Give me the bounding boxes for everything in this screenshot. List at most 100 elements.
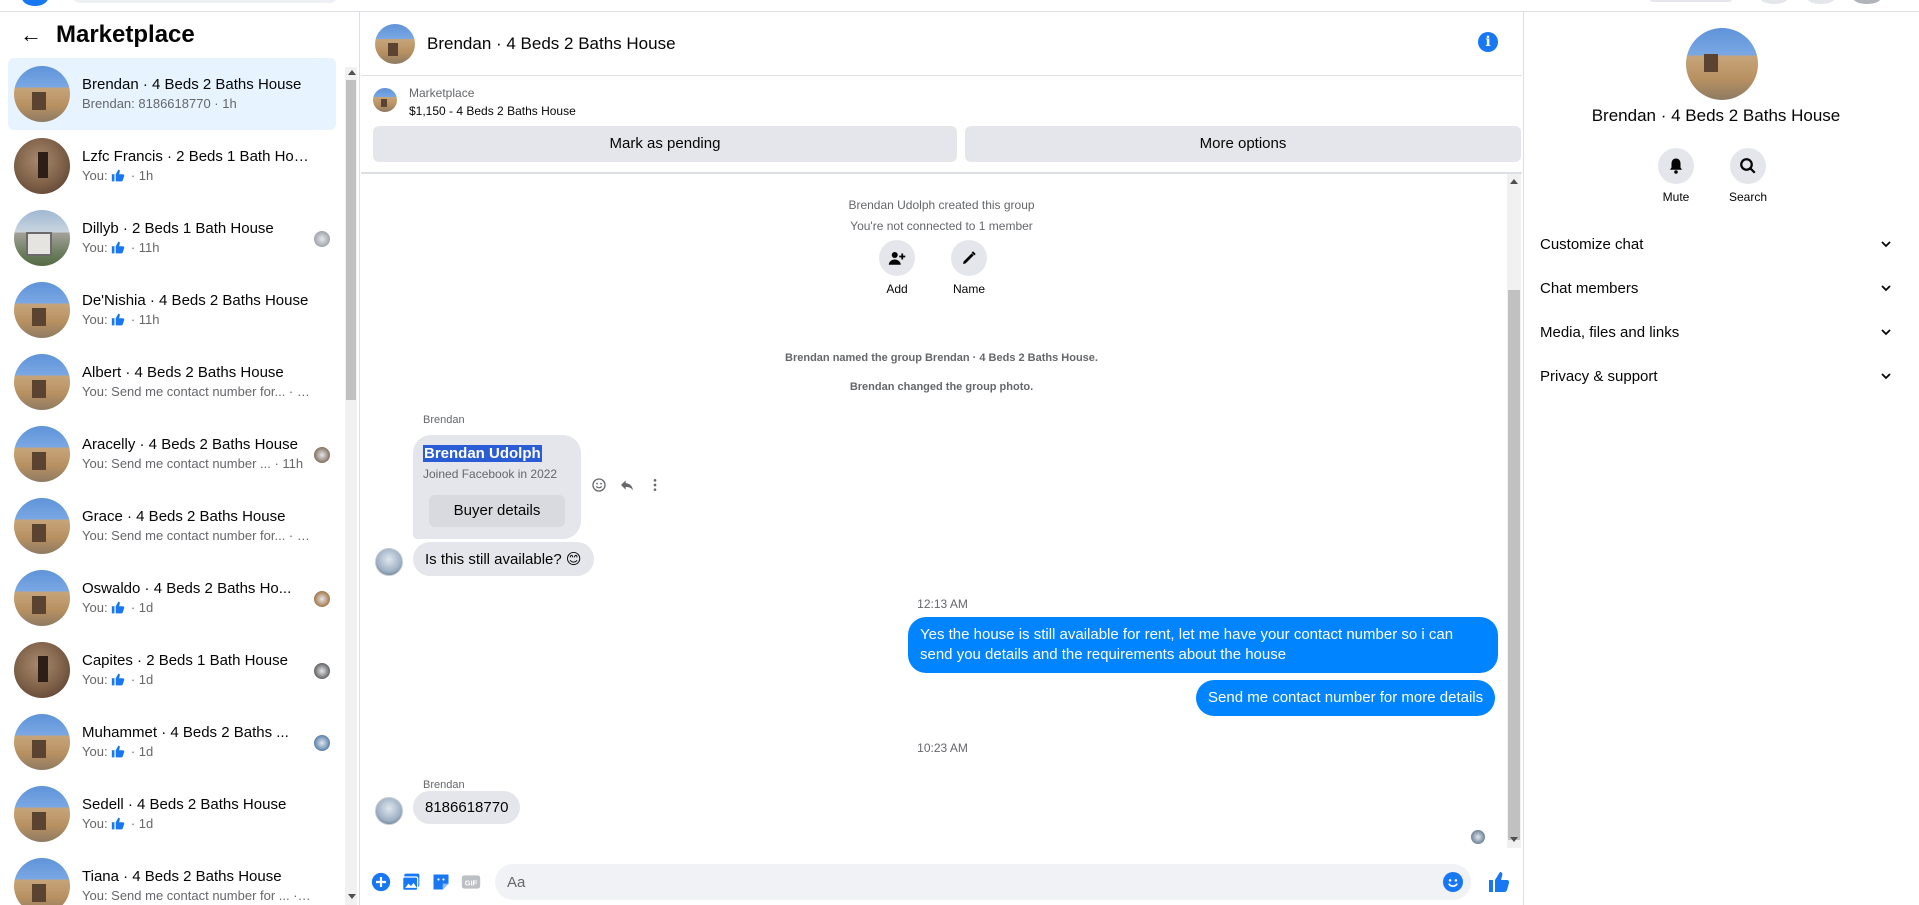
preview-time: · 11h xyxy=(130,240,160,255)
row-label: Chat members xyxy=(1540,279,1639,297)
photo-icon[interactable] xyxy=(401,872,421,892)
gif-icon[interactable]: GIF xyxy=(461,872,481,892)
conversation-item[interactable]: Muhammet · 4 Beds 2 Baths ... You: · 1d xyxy=(8,706,336,778)
preview-time: · 1d xyxy=(130,744,154,759)
chat-members-row[interactable]: Chat members xyxy=(1540,270,1892,306)
thread-scrollbar-thumb[interactable] xyxy=(1508,290,1520,840)
reply-icon[interactable] xyxy=(617,475,637,495)
sender-name: Brendan xyxy=(423,779,465,791)
system-message-named: Brendan named the group Brendan · 4 Beds… xyxy=(785,352,1098,364)
media-files-links-row[interactable]: Media, files and links xyxy=(1540,314,1892,350)
conversation-item[interactable]: Grace · 4 Beds 2 Baths House You: Send me… xyxy=(8,490,336,562)
preview-prefix: You: xyxy=(82,672,108,687)
group-photo[interactable] xyxy=(375,23,415,64)
top-nav-button[interactable] xyxy=(1650,0,1732,2)
group-photo-large[interactable] xyxy=(1686,28,1758,100)
menu-icon[interactable] xyxy=(1760,0,1788,4)
thumbs-up-icon xyxy=(108,312,131,327)
row-label: Media, files and links xyxy=(1540,323,1680,341)
privacy-support-row[interactable]: Privacy & support xyxy=(1540,358,1892,394)
chevron-down-icon xyxy=(1881,373,1891,380)
mute-action[interactable]: Mute xyxy=(1646,148,1706,204)
conversation-item[interactable]: Capites · 2 Beds 1 Bath House You: · 1d xyxy=(8,634,336,706)
conversation-preview: Brendan: 8186618770 · 1h xyxy=(82,96,237,111)
thumbs-up-icon[interactable] xyxy=(1487,870,1511,894)
conversation-item[interactable]: Lzfc Francis · 2 Beds 1 Bath House You: ·… xyxy=(8,130,336,202)
chevron-down-icon xyxy=(1881,285,1891,292)
sidebar-scrollbar-thumb[interactable] xyxy=(346,80,356,400)
preview-prefix: You: xyxy=(82,600,108,615)
chat-title[interactable]: Brendan · 4 Beds 2 Baths House xyxy=(427,34,676,54)
add-person-icon[interactable] xyxy=(879,240,915,276)
conversation-item[interactable]: Oswaldo · 4 Beds 2 Baths Ho... You: · 1d xyxy=(8,562,336,634)
add-member-action[interactable]: Add xyxy=(875,240,919,296)
conversation-item[interactable]: Albert · 4 Beds 2 Baths House You: Send m… xyxy=(8,346,336,418)
conversation-item[interactable]: Aracelly · 4 Beds 2 Baths House You: Send… xyxy=(8,418,336,490)
preview-time: · 1h xyxy=(130,168,154,183)
seen-indicator-avatar xyxy=(314,735,330,751)
info-icon[interactable]: i xyxy=(1478,32,1498,52)
name-group-action[interactable]: Name xyxy=(947,240,991,296)
preview-time: · 11h xyxy=(130,312,160,327)
preview-time: · 1d xyxy=(130,672,154,687)
incoming-message[interactable]: Is this still available? 😊 xyxy=(413,542,594,576)
scroll-up-arrow-icon[interactable] xyxy=(1510,179,1518,184)
outgoing-message[interactable]: Yes the house is still available for ren… xyxy=(908,617,1498,673)
thumbs-up-icon xyxy=(108,240,131,255)
sidebar-header: ← Marketplace xyxy=(0,12,359,58)
scroll-down-arrow-icon[interactable] xyxy=(348,894,356,899)
conversation-name: Sedell · 4 Beds 2 Baths House xyxy=(82,796,287,813)
search-label: Search xyxy=(1728,190,1768,204)
sender-avatar[interactable] xyxy=(375,548,403,576)
back-arrow-icon[interactable]: ← xyxy=(20,22,56,48)
listing-thumbnail xyxy=(373,88,397,112)
scroll-up-arrow-icon[interactable] xyxy=(348,70,356,75)
conversation-item[interactable]: Sedell · 4 Beds 2 Baths House You: · 1d xyxy=(8,778,336,850)
row-label: Customize chat xyxy=(1540,235,1644,253)
bell-icon[interactable] xyxy=(1658,148,1694,184)
outgoing-message[interactable]: Send me contact number for more details xyxy=(1196,680,1496,716)
scroll-down-arrow-icon[interactable] xyxy=(1510,837,1518,842)
message-composer: GIF xyxy=(361,858,1522,905)
buyer-details-button[interactable]: Buyer details xyxy=(429,495,565,527)
preview-prefix: You: xyxy=(82,816,108,831)
listing-source: Marketplace xyxy=(409,86,475,100)
preview-prefix: You: xyxy=(82,168,108,183)
conversation-name: Albert · 4 Beds 2 Baths House xyxy=(82,364,284,381)
conversation-item[interactable]: Dillyb · 2 Beds 1 Bath House You: · 11h xyxy=(8,202,336,274)
message-input[interactable] xyxy=(495,864,1395,900)
preview-time: · 1d xyxy=(130,816,154,831)
conversation-sidebar: ← Marketplace Brendan · 4 Beds 2 Baths H… xyxy=(0,12,360,905)
seen-indicator-avatar xyxy=(314,591,330,607)
preview-time: · 1d xyxy=(130,600,154,615)
account-avatar[interactable] xyxy=(1853,0,1881,4)
facebook-search-input[interactable] xyxy=(72,0,338,3)
listing-summary[interactable]: Marketplace $1,150 - 4 Beds 2 Baths Hous… xyxy=(373,84,576,120)
thumbs-up-icon xyxy=(108,816,131,831)
more-options-button[interactable]: More options xyxy=(965,126,1521,162)
sender-avatar[interactable] xyxy=(375,797,403,825)
search-action[interactable]: Search xyxy=(1718,148,1778,204)
pencil-icon[interactable] xyxy=(951,240,987,276)
buyer-name[interactable]: Brendan Udolph xyxy=(423,445,542,462)
conversation-item[interactable]: De'Nishia · 4 Beds 2 Baths House You: · 1… xyxy=(8,274,336,346)
facebook-logo-icon[interactable] xyxy=(22,0,48,6)
incoming-message[interactable]: 8186618770 xyxy=(413,791,521,824)
conversation-thumbnail xyxy=(14,858,70,905)
notifications-icon[interactable] xyxy=(1807,0,1835,4)
more-actions-icon[interactable] xyxy=(645,475,665,495)
sticker-icon[interactable] xyxy=(431,872,451,892)
mark-as-pending-button[interactable]: Mark as pending xyxy=(373,126,957,162)
conversation-name: Oswaldo · 4 Beds 2 Baths Ho... xyxy=(82,580,292,597)
conversation-item[interactable]: Tiana · 4 Beds 2 Baths House You: Send me… xyxy=(8,850,336,905)
react-icon[interactable] xyxy=(589,475,609,495)
conversation-name: De'Nishia · 4 Beds 2 Baths House xyxy=(82,292,309,309)
preview-prefix: You: xyxy=(82,744,108,759)
emoji-icon[interactable] xyxy=(1443,872,1463,892)
search-icon[interactable] xyxy=(1730,148,1766,184)
sidebar-title: Marketplace xyxy=(56,21,195,48)
plus-icon[interactable] xyxy=(371,872,391,892)
conversation-item[interactable]: Brendan · 4 Beds 2 Baths House Brendan: 8… xyxy=(8,58,336,130)
customize-chat-row[interactable]: Customize chat xyxy=(1540,226,1892,262)
timestamp: 10:23 AM xyxy=(917,741,968,755)
